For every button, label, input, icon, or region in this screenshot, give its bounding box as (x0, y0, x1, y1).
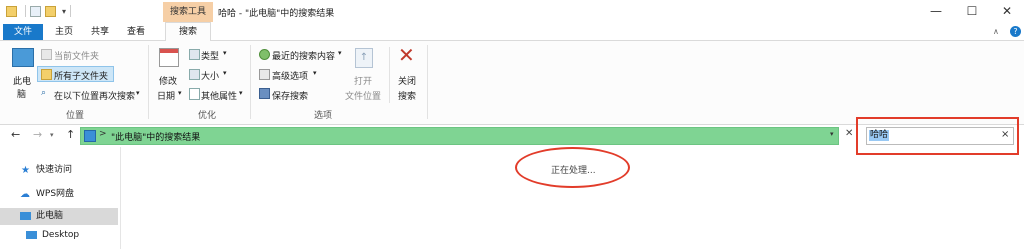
save-icon (259, 88, 270, 99)
recent-searches-dropdown[interactable]: 最近的搜索内容 (272, 49, 335, 62)
group-separator (389, 47, 390, 103)
chevron-down-icon: ▾ (239, 89, 243, 97)
folder-icon[interactable] (6, 5, 17, 17)
new-folder-icon[interactable] (45, 5, 56, 17)
nav-item-wps-drive[interactable]: ☁ WPS网盘 (0, 186, 118, 203)
tab-view[interactable]: 查看 (123, 24, 149, 40)
advanced-options-icon (259, 69, 270, 80)
group-separator (148, 45, 149, 119)
open-location-label-line1[interactable]: 打开 (354, 74, 372, 87)
recent-searches-icon (259, 49, 270, 60)
minimize-button[interactable]: — (919, 0, 953, 24)
search-again-in-dropdown[interactable]: 在以下位置再次搜索 (54, 89, 135, 102)
computer-icon (20, 212, 31, 220)
up-arrow-icon[interactable]: ↑ (66, 128, 75, 141)
current-folder-icon (41, 49, 52, 60)
group-separator (427, 45, 428, 119)
chevron-down-icon: ▾ (136, 89, 140, 97)
all-subfolders-button[interactable]: 所有子文件夹 (54, 69, 108, 82)
chevron-down-icon: ▾ (313, 69, 317, 77)
open-location-label-line2[interactable]: 文件位置 (345, 89, 381, 102)
title-bar: ▾ 搜索工具 哈哈 - "此电脑"中的搜索结果 — ☐ ✕ (0, 0, 1024, 24)
size-dropdown[interactable]: 大小 (201, 69, 219, 82)
cloud-icon: ☁ (20, 189, 30, 200)
refine-group-label: 优化 (197, 111, 216, 121)
search-results-icon (84, 130, 96, 142)
date-modified-label-line2[interactable]: 日期 (157, 89, 175, 102)
back-arrow-icon[interactable]: ← (11, 128, 20, 141)
search-tools-context-label: 搜索工具 (163, 2, 213, 22)
nav-item-desktop[interactable]: Desktop (0, 227, 118, 244)
kind-icon (189, 49, 200, 60)
options-group-label: 选项 (313, 111, 332, 121)
tab-search[interactable]: 搜索 (165, 22, 211, 42)
open-file-location-icon: ↑ (355, 48, 373, 68)
quick-access-toolbar: ▾ (6, 4, 75, 18)
close-search-icon[interactable]: ✕ (398, 44, 415, 66)
ribbon-tab-bar: 文件 主页 共享 查看 搜索 ∧ ? (0, 22, 1024, 42)
current-folder-button[interactable]: 当前文件夹 (54, 49, 99, 62)
this-pc-label-line2[interactable]: 脑 (17, 87, 26, 100)
other-properties-dropdown[interactable]: 其他属性 (201, 89, 237, 102)
close-search-label-line1[interactable]: 关闭 (398, 74, 416, 87)
annotation-highlight-box (856, 117, 1019, 155)
chevron-down-icon: ▾ (223, 49, 227, 57)
this-pc-label-line1[interactable]: 此电 (13, 74, 31, 87)
close-search-label-line2[interactable]: 搜索 (398, 89, 416, 102)
toolbar-separator (70, 5, 72, 17)
advanced-options-dropdown[interactable]: 高级选项 (272, 69, 308, 82)
desktop-icon (26, 231, 37, 239)
document-icon (189, 88, 200, 100)
cancel-search-icon[interactable]: ✕ (845, 128, 853, 139)
chevron-down-icon: ▾ (178, 89, 182, 97)
customize-toolbar-chevron-icon[interactable]: ▾ (62, 7, 66, 16)
chevron-down-icon: ▾ (223, 69, 227, 77)
chevron-down-icon: ▾ (338, 49, 342, 57)
subfolder-icon (41, 69, 52, 80)
calendar-icon[interactable] (159, 48, 179, 67)
address-dropdown-chevron-icon[interactable]: ▾ (830, 130, 834, 138)
breadcrumb-separator[interactable]: > (99, 129, 107, 139)
tab-home[interactable]: 主页 (51, 24, 77, 40)
this-pc-icon[interactable] (12, 48, 34, 67)
maximize-button[interactable]: ☐ (955, 0, 989, 24)
properties-icon[interactable] (30, 5, 41, 17)
size-icon (189, 69, 200, 80)
ribbon-panel: 此电 脑 当前文件夹 所有子文件夹 ⌕ 在以下位置再次搜索 ▾ 位置 修改 日期… (0, 41, 1024, 125)
date-modified-label-line1[interactable]: 修改 (159, 74, 177, 87)
pane-divider[interactable] (120, 147, 121, 249)
help-icon[interactable]: ? (1010, 26, 1021, 37)
tab-share[interactable]: 共享 (87, 24, 113, 40)
breadcrumb-path[interactable]: "此电脑"中的搜索结果 (111, 130, 200, 143)
group-separator (250, 45, 251, 119)
kind-dropdown[interactable]: 类型 (201, 49, 219, 62)
annotation-highlight-ellipse (515, 147, 630, 188)
recent-locations-chevron-icon[interactable]: ▾ (50, 131, 54, 139)
tab-file[interactable]: 文件 (3, 24, 43, 40)
search-icon: ⌕ (41, 88, 47, 98)
nav-item-quick-access[interactable]: ★ 快速访问 (0, 162, 118, 179)
save-search-button[interactable]: 保存搜索 (272, 89, 308, 102)
nav-item-this-pc[interactable]: 此电脑 (0, 208, 118, 225)
forward-arrow-icon[interactable]: → (33, 128, 42, 141)
location-group-label: 位置 (65, 111, 84, 121)
toolbar-separator (25, 5, 26, 17)
close-window-button[interactable]: ✕ (990, 0, 1024, 24)
window-title: 哈哈 - "此电脑"中的搜索结果 (218, 9, 335, 19)
collapse-ribbon-chevron-icon[interactable]: ∧ (993, 27, 999, 36)
star-icon: ★ (21, 165, 30, 176)
